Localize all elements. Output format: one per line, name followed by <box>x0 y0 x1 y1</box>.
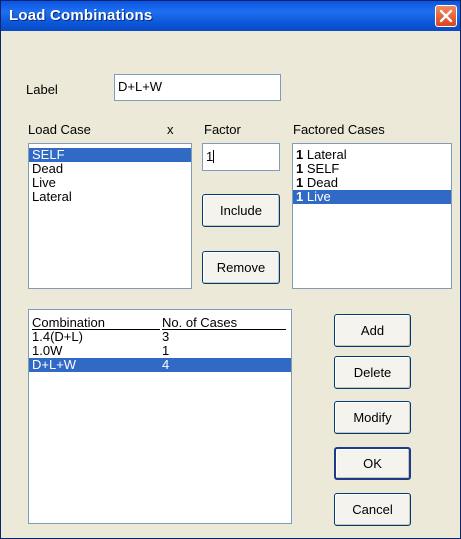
delete-button[interactable]: Delete <box>334 356 411 389</box>
combination-name: 1.0W <box>32 343 63 358</box>
window-title: Load Combinations <box>9 7 153 24</box>
table-row[interactable]: 1.4(D+L) 3 <box>29 330 291 344</box>
add-button[interactable]: Add <box>334 314 411 347</box>
x-header: x <box>167 122 174 137</box>
modify-button[interactable]: Modify <box>334 401 411 434</box>
combination-list[interactable]: Combination No. of Cases 1.4(D+L) 3 1.0W… <box>28 309 292 524</box>
table-row[interactable]: 1.0W 1 <box>29 344 291 358</box>
combination-column-header: Combination <box>32 316 160 330</box>
factored-cases-header: Factored Cases <box>293 122 385 137</box>
factor-value: 1 <box>206 149 214 164</box>
list-item[interactable]: Dead <box>29 162 191 176</box>
list-item[interactable]: 1 Live <box>293 190 451 204</box>
table-row[interactable]: D+L+W 4 <box>29 358 291 372</box>
combination-name: D+L+W <box>32 357 77 372</box>
cancel-button[interactable]: Cancel <box>334 493 411 526</box>
cases-count: 3 <box>162 329 170 344</box>
list-item[interactable]: SELF <box>29 148 191 162</box>
combination-header-row: Combination No. of Cases <box>29 316 291 330</box>
load-case-header: Load Case <box>28 122 91 137</box>
factor-header: Factor <box>204 122 241 137</box>
factor-input[interactable]: 1 <box>202 143 280 171</box>
load-combinations-dialog: Load Combinations Label D+L+W Load Case … <box>0 0 461 539</box>
remove-button[interactable]: Remove <box>202 251 280 284</box>
cases-count: 1 <box>162 343 170 358</box>
list-item[interactable]: 1 Lateral <box>293 148 451 162</box>
list-item[interactable]: 1 SELF <box>293 162 451 176</box>
close-button[interactable] <box>435 5 457 27</box>
combination-name: 1.4(D+L) <box>32 329 83 344</box>
close-icon <box>439 9 453 23</box>
title-bar[interactable]: Load Combinations <box>1 1 460 31</box>
text-caret <box>213 150 215 163</box>
factored-cases-list[interactable]: 1 Lateral 1 SELF 1 Dead 1 Live <box>292 143 452 289</box>
include-button[interactable]: Include <box>202 194 280 227</box>
load-case-list[interactable]: SELF Dead Live Lateral <box>28 143 192 289</box>
label-input[interactable]: D+L+W <box>114 74 281 101</box>
cases-count-column-header: No. of Cases <box>162 316 286 330</box>
list-item[interactable]: Live <box>29 176 191 190</box>
ok-button[interactable]: OK <box>334 447 411 480</box>
list-item[interactable]: Lateral <box>29 190 191 204</box>
list-item[interactable]: 1 Dead <box>293 176 451 190</box>
cases-count: 4 <box>162 357 170 372</box>
label-caption: Label <box>26 82 58 97</box>
